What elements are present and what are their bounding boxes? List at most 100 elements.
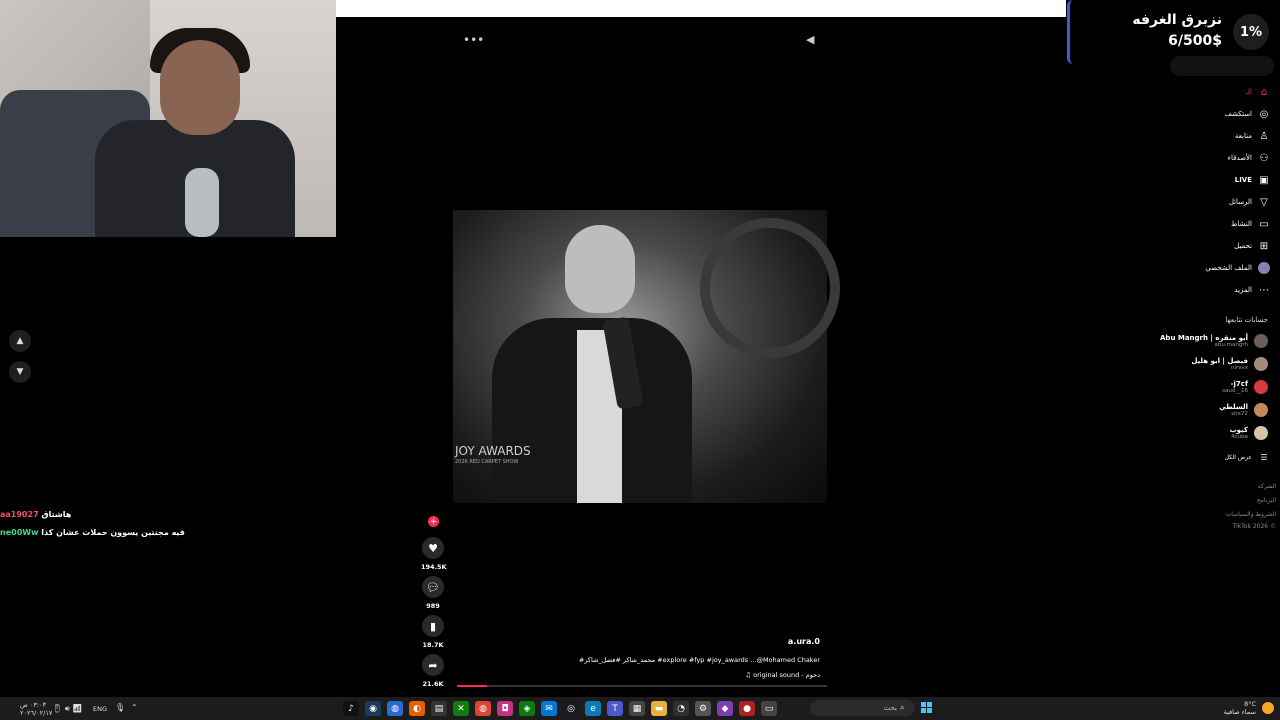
tray-overflow-icon[interactable]: ⌃ <box>131 703 138 712</box>
comment-icon[interactable]: 💬︎ <box>422 576 444 598</box>
calculator-icon[interactable]: ▦ <box>629 701 645 716</box>
account-name: فيصل | ابو هليل <box>1191 357 1248 365</box>
more-options-icon[interactable]: ••• <box>463 33 484 47</box>
video-progress-track[interactable] <box>457 685 827 687</box>
video-progress-fill <box>457 685 487 687</box>
bookmark-icon[interactable]: ▮ <box>422 615 444 637</box>
language-indicator[interactable]: ENG <box>93 705 107 713</box>
xbox-icon[interactable]: ✕ <box>453 701 469 716</box>
chat-username: ne00Ww <box>0 528 39 537</box>
share-action[interactable]: ➦ 21.6K <box>421 654 445 688</box>
edge-icon[interactable]: e <box>585 701 601 716</box>
chrome-app-icon[interactable]: ◍ <box>387 701 403 716</box>
teams-icon[interactable]: T <box>607 701 623 716</box>
weather-widget[interactable]: 8°C سماء صافية <box>1224 700 1256 716</box>
avatar <box>1254 357 1268 371</box>
nav-item-messages[interactable]: الرسائل ▽ <box>1229 193 1270 211</box>
see-all-link[interactable]: عرض الكل ☰ <box>1225 448 1270 466</box>
account-handle: slrx72 <box>1231 411 1248 417</box>
microphone-tray-icon[interactable]: 🎙︎ <box>115 703 125 712</box>
obs-icon[interactable]: ◔ <box>673 701 689 716</box>
following-title: حسابات تتابعها <box>1225 316 1268 324</box>
list-icon: ☰ <box>1260 452 1268 462</box>
instagram-icon[interactable]: ◘ <box>497 701 513 716</box>
steam-icon[interactable]: ◉ <box>365 701 381 716</box>
nav-label: الملف الشخصي <box>1205 264 1252 272</box>
app-icon[interactable]: ◆ <box>717 701 733 716</box>
chat-text: فيه مجنتين يسوون حملات عشان كذا <box>41 528 185 537</box>
live-icon: ▣ <box>1259 174 1269 186</box>
nav-item-friends[interactable]: الأصدقاء ⚇ <box>1228 149 1270 167</box>
nav-item-profile[interactable]: الملف الشخصي <box>1205 259 1270 277</box>
video-music[interactable]: ♫ original sound - دحوم <box>745 671 820 679</box>
nav-item-explore[interactable]: استكشف ◎ <box>1225 105 1270 123</box>
nav-item-home[interactable]: الـ ⌂ <box>1246 83 1270 101</box>
clock-time: ٠٣:٠٣ ص <box>20 701 47 709</box>
awards-logo-text: JOY AWARDS <box>455 444 531 458</box>
save-count: 18.7K <box>422 641 444 649</box>
activity-icon: ▭ <box>1259 218 1269 230</box>
xbox-app-icon[interactable]: ◈ <box>519 701 535 716</box>
windows-start-icon[interactable] <box>921 702 932 713</box>
following-account[interactable]: فيصل | ابو هليل nirvvx <box>1191 354 1268 374</box>
nav-item-upload[interactable]: تحميل ⊞ <box>1234 237 1270 255</box>
app-icon[interactable]: ▤ <box>431 701 447 716</box>
nav-item-more[interactable]: المزيد ⋯ <box>1234 281 1270 299</box>
nav-label: الأصدقاء <box>1227 154 1252 162</box>
steam-app-icon[interactable]: ◎ <box>563 701 579 716</box>
avatar <box>1254 403 1268 417</box>
window-icon[interactable]: ▭ <box>761 701 777 716</box>
follow-plus-icon[interactable]: + <box>428 516 439 527</box>
firefox-icon[interactable]: ◐ <box>409 701 425 716</box>
nav-item-activity[interactable]: النشاط ▭ <box>1231 215 1270 233</box>
tiktok-app-icon[interactable]: ♪ <box>343 701 359 716</box>
weather-temp: 8°C <box>1244 700 1256 708</box>
clock-date: ٢٠٢٦/٠٢/١٧ <box>20 709 53 717</box>
volume-icon[interactable]: ◀ <box>806 33 814 46</box>
like-count: 194.5K <box>421 563 447 571</box>
previous-video-button[interactable]: ▲ <box>9 330 31 352</box>
system-tray-icons[interactable]: 🔋︎ 🔊︎ 📶︎ <box>52 704 82 714</box>
heart-icon[interactable]: ♥ <box>422 537 444 559</box>
comment-count: 989 <box>426 602 440 610</box>
chrome-icon[interactable]: ◍ <box>475 701 491 716</box>
nav-item-live[interactable]: LIVE ▣ <box>1235 171 1270 189</box>
save-action[interactable]: ▮ 18.7K <box>421 615 445 649</box>
like-action[interactable]: ♥ 194.5K <box>421 537 447 571</box>
mail-icon[interactable]: ✉ <box>541 701 557 716</box>
nav-label: المزيد <box>1234 286 1252 294</box>
search-icon[interactable]: ⌕ <box>900 703 904 713</box>
video-author[interactable]: a.ura.0 <box>788 637 820 646</box>
footer-link[interactable]: البرنامج <box>1257 497 1276 504</box>
next-video-button[interactable]: ▼ <box>9 361 31 383</box>
following-account[interactable]: السلطي slrx72 <box>1219 400 1268 420</box>
friends-icon: ⚇ <box>1259 152 1269 164</box>
avatar <box>1254 380 1268 394</box>
avatar <box>1254 334 1268 348</box>
search-input[interactable] <box>1170 56 1274 76</box>
clock[interactable]: ٠٣:٠٣ ص ٢٠٢٦/٠٢/١٧ <box>20 701 52 717</box>
following-account[interactable]: Abu Mangrh | أبو منقره abu.mangrh <box>1160 331 1268 351</box>
browser-top-bar <box>336 0 1066 17</box>
comment-action[interactable]: 💬︎ 989 <box>421 576 445 610</box>
nav-label: استكشف <box>1224 110 1252 118</box>
nav-item-following[interactable]: متابعة ♙ <box>1235 127 1270 145</box>
video-caption: #محمد_شاكر #فضل_شاكر #explore #fyp #joy_… <box>578 656 820 664</box>
footer-link[interactable]: الشروط والسياسات <box>1226 511 1276 518</box>
share-icon[interactable]: ➦ <box>422 654 444 676</box>
webcam-overlay <box>0 0 336 237</box>
folder-icon[interactable]: ▬ <box>651 701 667 716</box>
chat-username: aa19027 <box>0 510 39 519</box>
following-account[interactable]: كيوب 4cube <box>1230 423 1268 443</box>
settings-icon[interactable]: ⚙ <box>695 701 711 716</box>
following-account[interactable]: -j7cf saud__16 <box>1222 377 1268 397</box>
app-icon[interactable]: ● <box>739 701 755 716</box>
footer-link[interactable]: الشركة <box>1258 483 1276 490</box>
nav-label: النشاط <box>1230 220 1252 228</box>
webcam-microphone <box>185 168 219 237</box>
messages-icon: ▽ <box>1260 196 1268 208</box>
account-handle: nirvvx <box>1230 365 1248 371</box>
nav-label: تحميل <box>1234 242 1252 250</box>
nav-label: الـ <box>1245 88 1252 96</box>
footer-copyright: TikTok 2026 © <box>1232 523 1277 530</box>
